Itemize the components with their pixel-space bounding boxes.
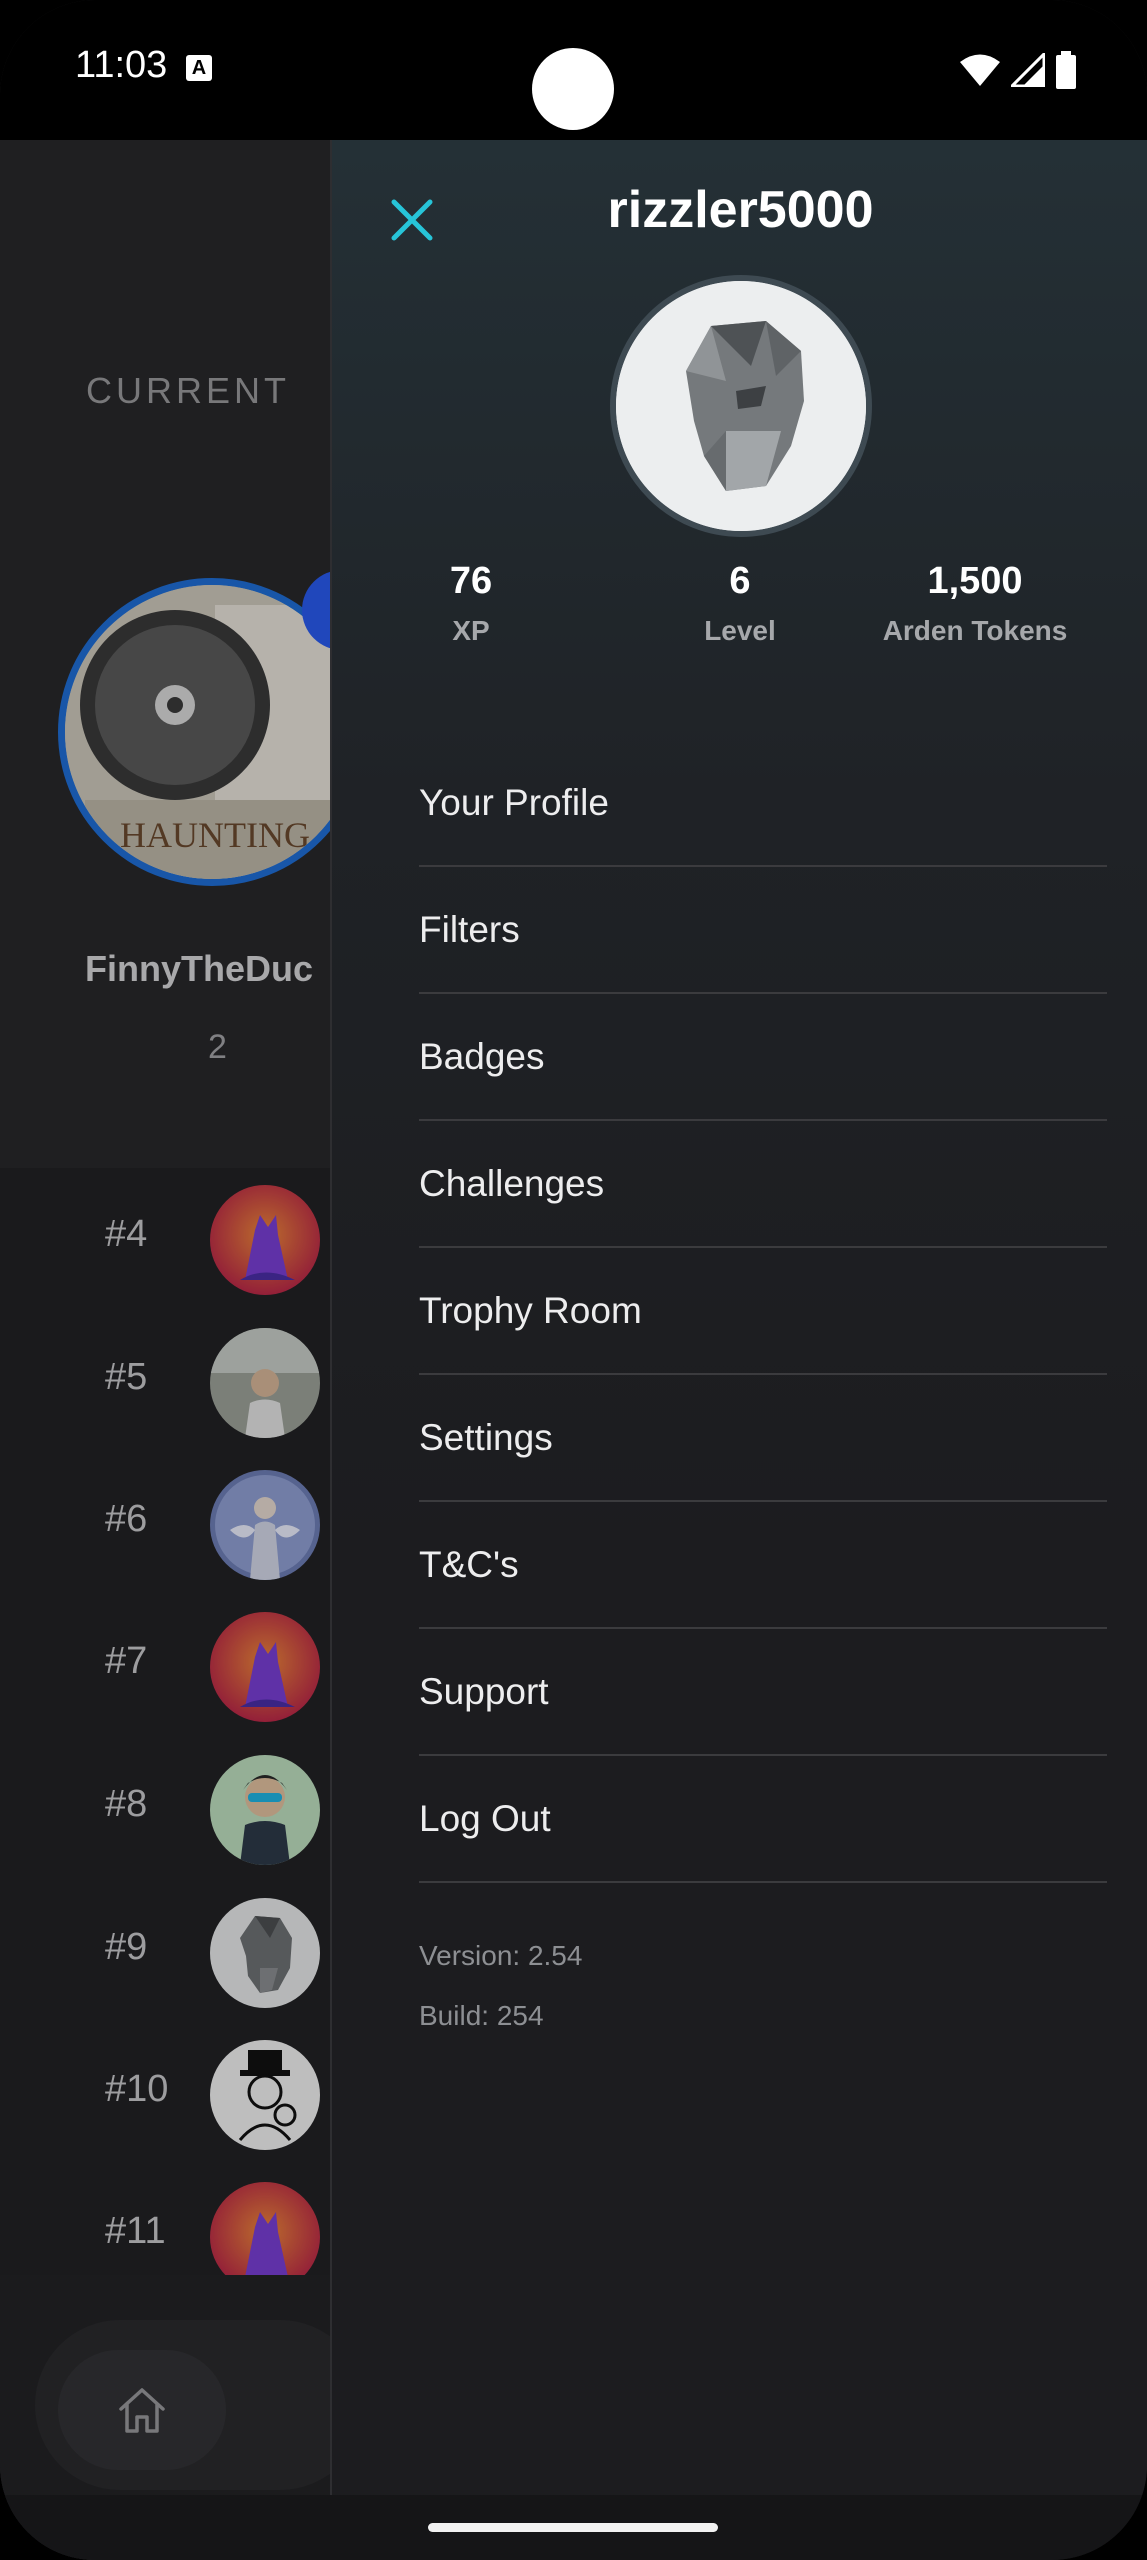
- stat-arden-tokens: 1,500 Arden Tokens: [855, 560, 1095, 647]
- stat-xp: 76 XP: [351, 560, 591, 647]
- side-drawer: rizzler5000 76 XP 6 Level 1,500 Arden To…: [330, 140, 1147, 2495]
- menu-item-label: Filters: [419, 908, 520, 950]
- menu-item-settings[interactable]: Settings: [419, 1375, 1107, 1502]
- stat-label: Level: [704, 615, 776, 646]
- menu-item-your-profile[interactable]: Your Profile: [419, 740, 1107, 867]
- camera-cutout: [532, 48, 614, 130]
- build-text: Build: 254: [419, 2000, 544, 2031]
- menu-item-label: Challenges: [419, 1162, 605, 1204]
- menu-item-filters[interactable]: Filters: [419, 867, 1107, 994]
- menu-item-trophy-room[interactable]: Trophy Room: [419, 1248, 1107, 1375]
- menu-item-support[interactable]: Support: [419, 1629, 1107, 1756]
- device-frame: 11:03 A CURRENT HAUNTING FinnyTheDuc 2 #…: [0, 0, 1147, 2560]
- username: rizzler5000: [607, 181, 874, 239]
- menu-item-label: Your Profile: [419, 781, 609, 823]
- status-time: 11:03: [75, 44, 168, 86]
- menu-item-label: Support: [419, 1670, 549, 1712]
- menu-item-label: T&C's: [419, 1543, 519, 1585]
- stat-level: 6 Level: [620, 560, 860, 647]
- gesture-handle[interactable]: [428, 2523, 718, 2532]
- stat-value: 6: [729, 560, 751, 602]
- wifi-icon: [960, 54, 1000, 86]
- stat-label: XP: [452, 615, 490, 646]
- menu-item-log-out[interactable]: Log Out: [419, 1756, 1107, 1883]
- menu-item-label: Log Out: [419, 1797, 551, 1839]
- menu-item-challenges[interactable]: Challenges: [419, 1121, 1107, 1248]
- menu-item-label: Trophy Room: [419, 1289, 642, 1331]
- screen: 11:03 A CURRENT HAUNTING FinnyTheDuc 2 #…: [0, 0, 1147, 2560]
- menu-item-badges[interactable]: Badges: [419, 994, 1107, 1121]
- scrim-overlay[interactable]: [0, 140, 330, 2560]
- stat-value: 76: [449, 560, 493, 602]
- menu-item-terms[interactable]: T&C's: [419, 1502, 1107, 1629]
- notification-icon: A: [186, 55, 212, 81]
- status-bar: 11:03 A: [0, 0, 1147, 140]
- menu-item-label: Settings: [419, 1416, 553, 1458]
- leaderboard-background: CURRENT HAUNTING FinnyTheDuc 2 #4 #5 #6 …: [0, 140, 330, 2560]
- battery-icon: [1056, 51, 1076, 89]
- stat-label: Arden Tokens: [882, 615, 1068, 646]
- profile-avatar[interactable]: [610, 275, 872, 537]
- stat-value: 1,500: [927, 560, 1023, 602]
- statue-avatar: [616, 281, 866, 531]
- system-icons: [959, 50, 1077, 90]
- version-text: Version: 2.54: [419, 1940, 583, 1971]
- drawer-menu: Your Profile Filters Badges Challenges T…: [419, 740, 1107, 1883]
- menu-item-label: Badges: [419, 1035, 545, 1077]
- signal-icon: [1011, 53, 1045, 87]
